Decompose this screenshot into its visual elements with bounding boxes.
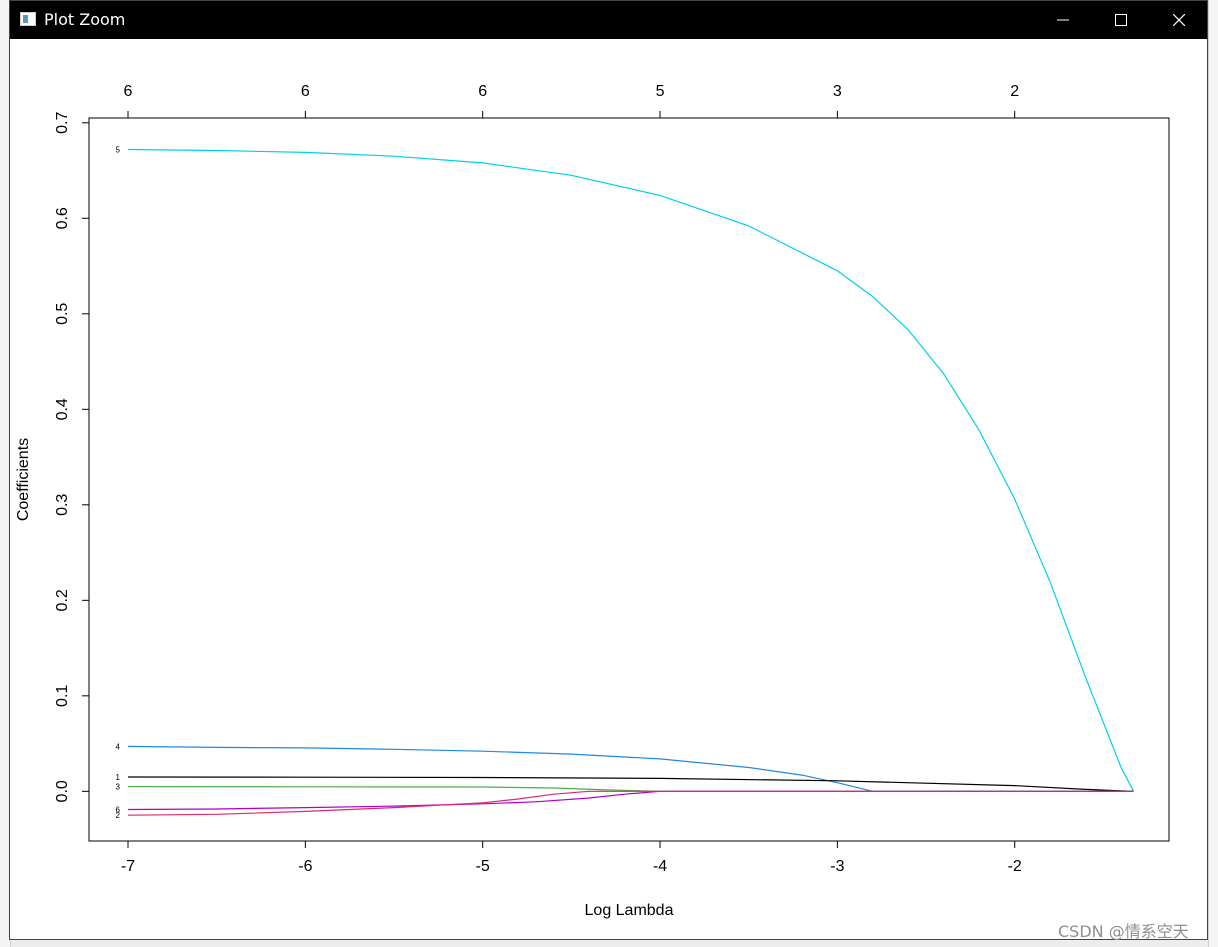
title-bar[interactable]: Plot Zoom — [10, 1, 1207, 39]
path-label-3: 3 — [116, 783, 121, 792]
x-tick-label: -5 — [476, 858, 490, 875]
series-line-6 — [127, 790, 1134, 811]
x-tick-label: -7 — [121, 858, 135, 875]
plot-frame — [88, 117, 1170, 842]
x-axis-title: Log Lambda — [585, 902, 674, 919]
x-tick-label: -2 — [1008, 858, 1022, 875]
series-line-3 — [127, 785, 1134, 792]
y-axis-title: Coefficients — [15, 438, 32, 521]
coefficient-path-plot: -7 -6 -5 -4 -3 -2 6 6 6 5 3 2 0.0 0.1 0.2 0.3 0.4 0.5 0.6 0… — [15, 83, 1170, 919]
path-label-4: 4 — [116, 742, 121, 751]
watermark: CSDN @情系空天 — [1058, 922, 1189, 941]
minimize-icon — [1057, 19, 1069, 21]
series-line-1 — [127, 776, 1134, 792]
y-tick-label: 0.6 — [54, 207, 71, 229]
y-tick-label: 0.3 — [54, 494, 71, 516]
top-tick-label: 6 — [301, 83, 310, 100]
y-tick-label: 0.5 — [54, 303, 71, 325]
close-button[interactable] — [1150, 1, 1208, 39]
path-label-5: 5 — [116, 146, 121, 155]
close-icon — [1173, 14, 1185, 26]
maximize-icon — [1115, 14, 1127, 26]
top-tick-label: 6 — [124, 83, 133, 100]
y-tick-label: 0.1 — [54, 685, 71, 707]
top-tick-label: 2 — [1010, 83, 1019, 100]
x-tick-label: -6 — [298, 858, 312, 875]
x-tick-label: -4 — [653, 858, 667, 875]
x-tick-label: -3 — [830, 858, 844, 875]
top-tick-label: 3 — [833, 83, 842, 100]
series-line-5 — [127, 148, 1135, 792]
plot-window-icon — [20, 12, 36, 26]
plot-zoom-window: Plot Zoom -7 -6 -5 -4 -3 -2 6 6 6 5 3 2 0.0 0.1 0.2 0.3… — [9, 0, 1208, 940]
top-tick-label: 5 — [656, 83, 665, 100]
path-label-2: 2 — [116, 811, 121, 820]
y-tick-label: 0.7 — [54, 112, 71, 134]
y-tick-label: 0.0 — [54, 780, 71, 802]
minimize-button[interactable] — [1034, 1, 1092, 39]
window-title: Plot Zoom — [44, 10, 126, 29]
background-app-right — [1208, 0, 1218, 947]
y-tick-label: 0.4 — [54, 398, 71, 420]
series-line-2 — [127, 790, 1134, 816]
y-tick-label: 0.2 — [54, 589, 71, 611]
maximize-button[interactable] — [1092, 1, 1150, 39]
path-label-1: 1 — [116, 773, 121, 782]
top-tick-label: 6 — [478, 83, 487, 100]
